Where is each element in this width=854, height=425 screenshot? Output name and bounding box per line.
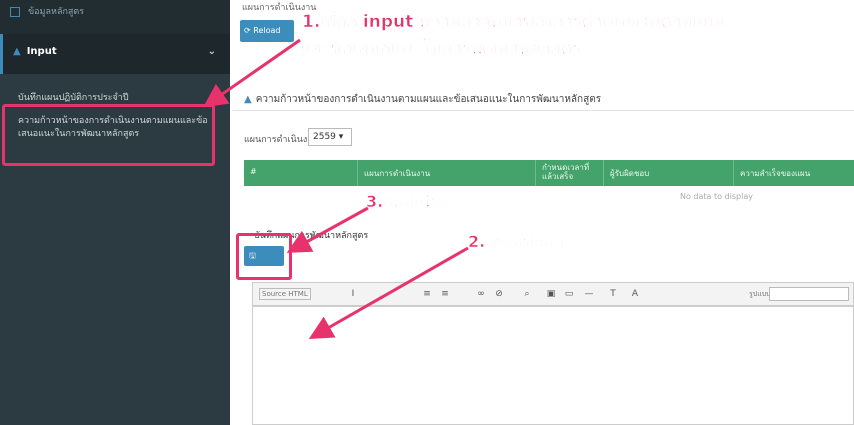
annotation-step1-line1: 1.เลือก input ความก้าวหน้าของการดำเนินงา… [302,12,726,33]
annotation-step3: 3.กดบันทึก [366,192,445,212]
annotation-step2: 2.กรอกข้อมูล [468,232,564,252]
annotation-step1-line2: และข้อเสนอแนะในการพัฒนาหลักสูตร [300,39,582,60]
arrow-to-save [286,206,369,253]
arrow-to-sidebar [203,38,301,108]
arrow-to-editor [308,246,469,339]
